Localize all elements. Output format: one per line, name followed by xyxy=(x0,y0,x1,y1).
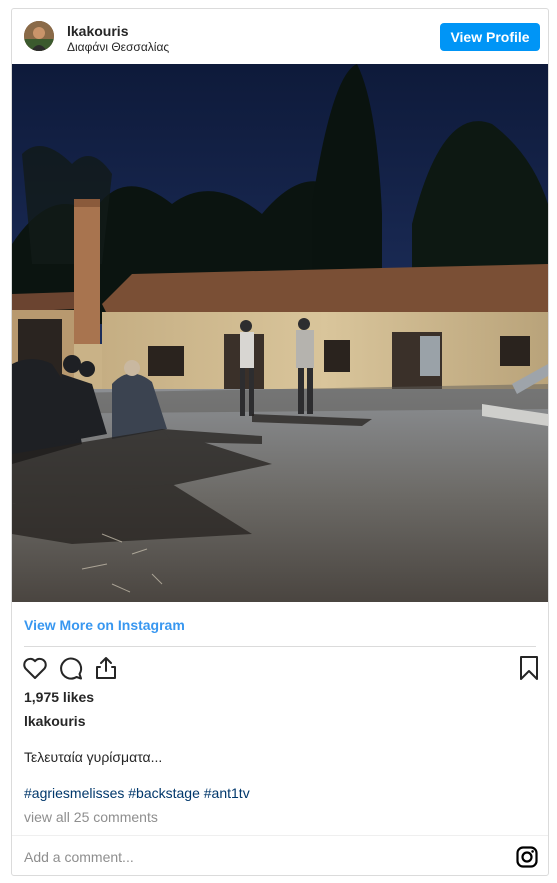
caption-text: Τελευταία γυρίσματα... xyxy=(24,749,163,765)
instagram-icon[interactable] xyxy=(516,846,538,868)
caption-username[interactable]: lkakouris xyxy=(24,713,85,729)
comment-button[interactable] xyxy=(57,654,85,682)
view-comments-link[interactable]: view all 25 comments xyxy=(24,809,158,825)
comment-icon xyxy=(57,657,85,686)
divider xyxy=(12,835,548,836)
heart-icon xyxy=(21,657,49,686)
post-header: lkakouris Διαφάνι Θεσσαλίας View Profile xyxy=(12,9,548,65)
likes-count[interactable]: 1,975 likes xyxy=(24,689,94,705)
comment-input[interactable] xyxy=(24,847,494,867)
hashtag-link[interactable]: #agriesmelisses xyxy=(24,785,124,801)
share-icon xyxy=(92,657,120,686)
location[interactable]: Διαφάνι Θεσσαλίας xyxy=(67,40,169,54)
username[interactable]: lkakouris xyxy=(67,23,128,39)
bookmark-icon xyxy=(515,656,543,686)
save-button[interactable] xyxy=(515,654,543,682)
hashtag-link[interactable]: #backstage xyxy=(128,785,200,801)
view-profile-button[interactable]: View Profile xyxy=(440,23,540,51)
view-more-link[interactable]: View More on Instagram xyxy=(24,617,185,633)
divider xyxy=(24,646,536,647)
instagram-embed-card: lkakouris Διαφάνι Θεσσαλίας View Profile xyxy=(11,8,549,876)
share-button[interactable] xyxy=(92,654,120,682)
hashtag-link[interactable]: #ant1tv xyxy=(204,785,250,801)
avatar[interactable] xyxy=(24,21,54,51)
like-button[interactable] xyxy=(21,654,49,682)
post-photo[interactable] xyxy=(12,64,548,602)
hashtags: #agriesmelisses #backstage #ant1tv xyxy=(24,785,250,801)
